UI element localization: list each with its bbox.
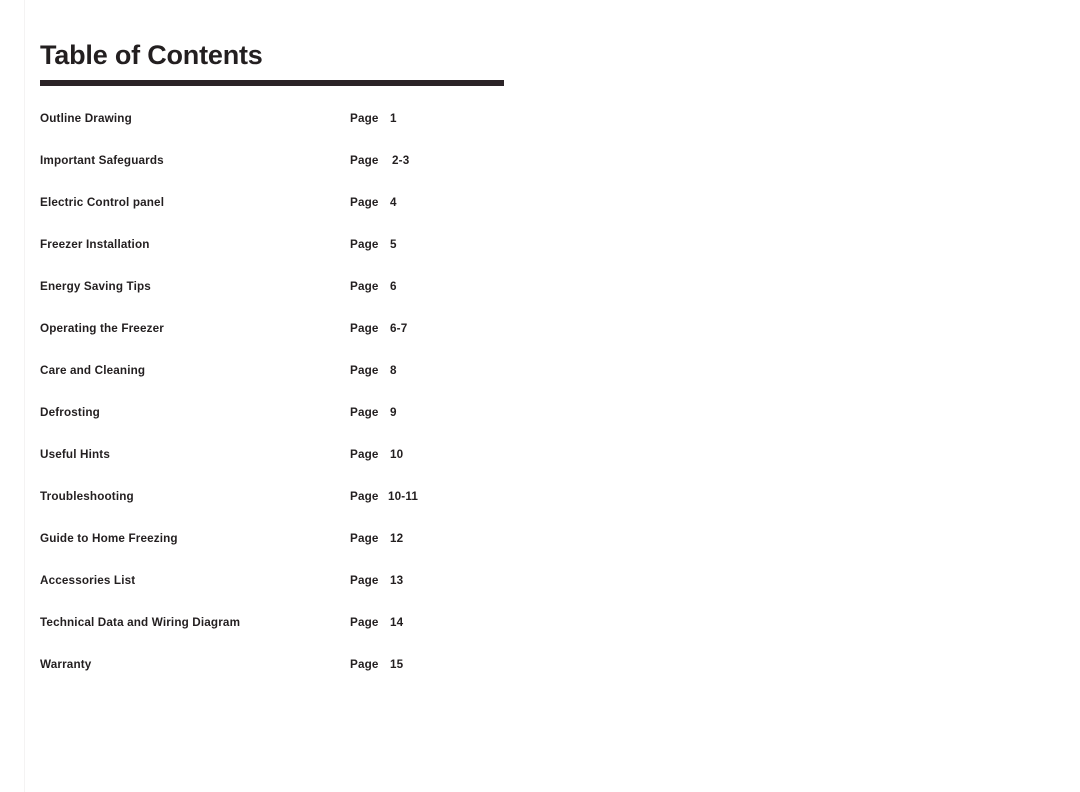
toc-entry-page-number: 15 — [390, 658, 404, 671]
toc-entry-title: Electric Control panel — [40, 196, 165, 209]
toc-entry-page-number: 12 — [390, 532, 404, 545]
toc-entry-page-label: Page — [350, 616, 379, 629]
toc-entry-page-number: 9 — [390, 406, 397, 419]
toc-entry-page-number: 10 — [390, 448, 404, 461]
toc-row[interactable]: Freezer Installation Page 5 — [0, 237, 1080, 253]
toc-entry-page-number: 13 — [390, 574, 404, 587]
toc-entry-title: Defrosting — [40, 406, 100, 419]
toc-row[interactable]: Troubleshooting Page 10-11 — [0, 489, 1080, 505]
toc-entry-page-number: 2-3 — [392, 154, 410, 167]
toc-row[interactable]: Important Safeguards Page 2-3 — [0, 153, 1080, 169]
toc-entry-page-number: 6 — [390, 280, 397, 293]
toc-row[interactable]: Defrosting Page 9 — [0, 405, 1080, 421]
toc-entry-title: Technical Data and Wiring Diagram — [40, 616, 241, 629]
toc-entry-page-number: 10-11 — [388, 490, 418, 503]
toc-entry-page-label: Page — [350, 364, 379, 377]
toc-entry-page-number: 8 — [390, 364, 397, 377]
toc-entry-page-label: Page — [350, 280, 379, 293]
toc-row[interactable]: Care and Cleaning Page 8 — [0, 363, 1080, 379]
toc-row[interactable]: Outline Drawing Page 1 — [0, 111, 1080, 127]
toc-entry-page-label: Page — [350, 112, 379, 125]
toc-entry-title: Important Safeguards — [40, 154, 164, 167]
toc-entry-page-label: Page — [350, 322, 379, 335]
toc-entry-title: Guide to Home Freezing — [40, 532, 178, 545]
toc-entry-title: Freezer Installation — [40, 238, 150, 251]
toc-entry-title: Energy Saving Tips — [40, 280, 151, 293]
toc-row[interactable]: Guide to Home Freezing Page 12 — [0, 531, 1080, 547]
toc-entry-page-label: Page — [350, 574, 379, 587]
toc-entry-title: Warranty — [40, 658, 92, 671]
page-title: Table of Contents — [40, 40, 263, 70]
toc-entry-page-label: Page — [350, 406, 379, 419]
toc-entry-page-label: Page — [350, 448, 379, 461]
toc-entry-page-label: Page — [350, 532, 379, 545]
toc-entry-title: Useful Hints — [40, 448, 110, 461]
toc-entry-page-number: 14 — [390, 616, 404, 629]
toc-row[interactable]: Warranty Page 15 — [0, 657, 1080, 673]
toc-entry-page-number: 4 — [390, 196, 397, 209]
toc-entry-page-label: Page — [350, 154, 379, 167]
toc-row[interactable]: Technical Data and Wiring Diagram Page 14 — [0, 615, 1080, 631]
toc-entry-page-label: Page — [350, 490, 379, 503]
document-page: Table of Contents Outline Drawing Page 1 Im… — [0, 0, 1080, 792]
toc-entry-title: Accessories List — [40, 574, 136, 587]
toc-entry-page-number: 1 — [390, 112, 397, 125]
title-underline-rule — [40, 80, 504, 86]
toc-entry-page-label: Page — [350, 196, 379, 209]
toc-row[interactable]: Operating the Freezer Page 6-7 — [0, 321, 1080, 337]
toc-row[interactable]: Electric Control panel Page 4 — [0, 195, 1080, 211]
toc-entry-page-number: 6-7 — [390, 322, 408, 335]
toc-row[interactable]: Accessories List Page 13 — [0, 573, 1080, 589]
toc-entry-title: Operating the Freezer — [40, 322, 164, 335]
toc-entry-page-label: Page — [350, 238, 379, 251]
toc-row[interactable]: Energy Saving Tips Page 6 — [0, 279, 1080, 295]
toc-entry-title: Troubleshooting — [40, 490, 134, 503]
toc-entry-title: Outline Drawing — [40, 112, 132, 125]
toc-entry-page-label: Page — [350, 658, 379, 671]
toc-row[interactable]: Useful Hints Page 10 — [0, 447, 1080, 463]
toc-entry-page-number: 5 — [390, 238, 397, 251]
toc-entry-title: Care and Cleaning — [40, 364, 146, 377]
